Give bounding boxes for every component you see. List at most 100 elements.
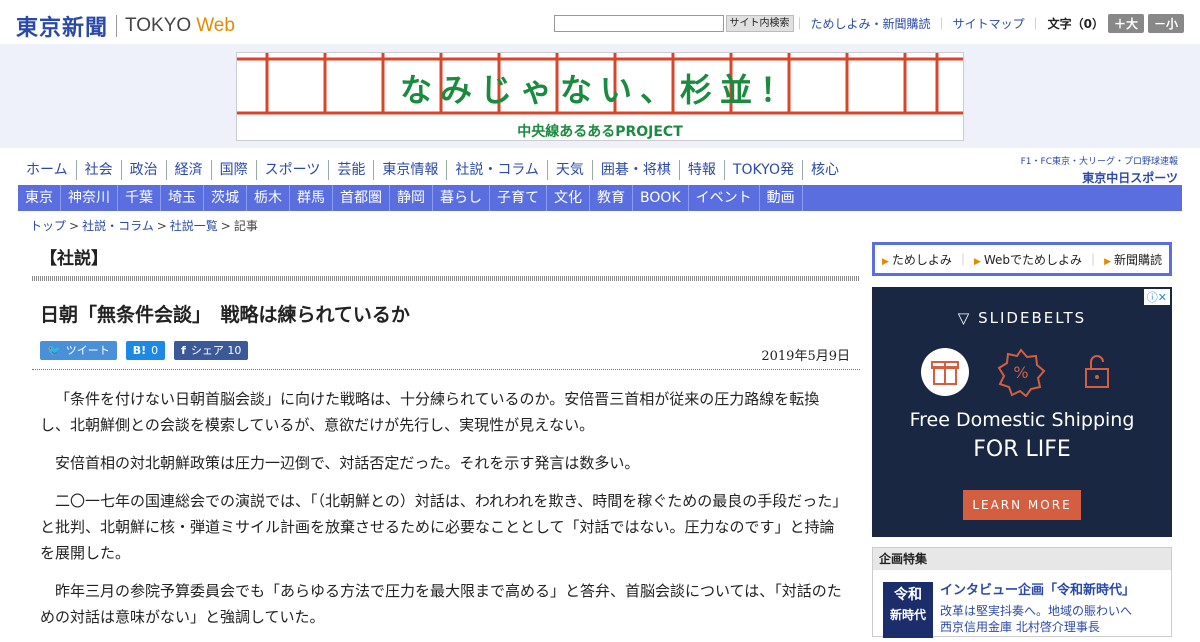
- ad-subheadline: FOR LIFE: [973, 437, 1071, 462]
- subnav-video[interactable]: 動画: [760, 185, 803, 211]
- feature-box: 企画特集 令和 新時代 インタビュー企画「令和新時代」 改革は堅実抖奏へ。地域の…: [872, 547, 1172, 638]
- subscribe-link[interactable]: ▶ 新聞購読: [1099, 251, 1167, 268]
- unlock-icon: [1085, 355, 1109, 388]
- sidebar-advertisement[interactable]: ⓘ✕ ▽ SLIDEBELTS % Free Domestic Shipping…: [872, 287, 1172, 537]
- arrow-right-icon: ▶: [973, 256, 981, 267]
- facebook-share-count: 10: [227, 344, 242, 357]
- breadcrumb: トップ > 社説・コラム > 社説一覧 > 記事: [30, 219, 258, 233]
- arrow-right-icon: ▶: [1104, 256, 1111, 267]
- subnav-events[interactable]: イベント: [689, 185, 760, 211]
- nav-kakushin[interactable]: 核心: [803, 160, 847, 180]
- svg-text:%: %: [1013, 363, 1028, 382]
- promo-banner[interactable]: なみじゃない、杉並！ 中央線あるあるPROJECT: [236, 52, 964, 141]
- subnav-saitama[interactable]: 埼玉: [161, 185, 204, 211]
- subnav-ibaraki[interactable]: 茨城: [204, 185, 247, 211]
- subnav-parenting[interactable]: 子育て: [490, 185, 547, 211]
- web-trial-read-link[interactable]: ▶ Webでためしよみ: [969, 251, 1087, 268]
- article-paragraph: 安倍首相の対北朝鮮政策は圧力一辺倒で、対話否定だった。それを示す発言は数多い。: [55, 454, 640, 472]
- regional-nav: 東京 神奈川 千葉 埼玉 茨城 栃木 群馬 首都圏 静岡 暮らし 子育て 文化 …: [18, 185, 1182, 211]
- breadcrumb-editorial-list[interactable]: 社説一覧: [170, 219, 218, 233]
- site-search-input[interactable]: [553, 15, 724, 32]
- nav-international[interactable]: 国際: [212, 160, 257, 180]
- subscription-nav: ▶ ためしよみ ｜ ▶ Webでためしよみ ｜ ▶ 新聞購読: [872, 242, 1172, 276]
- ad-brand: ▽ SLIDEBELTS: [957, 309, 1087, 327]
- nav-go-shogi[interactable]: 囲碁・将棋: [593, 160, 680, 180]
- ad-headline: Free Domestic Shipping: [909, 409, 1135, 431]
- trial-read-link[interactable]: ▶ ためしよみ: [877, 251, 957, 268]
- article-paragraph: 二〇一七年の国連総会での演説では、「（北朝鮮との）対話は、われわれを欺き、時間を…: [40, 492, 840, 562]
- subnav-tochigi[interactable]: 栃木: [247, 185, 290, 211]
- facebook-share-label: シェア: [190, 344, 224, 357]
- feature-description[interactable]: 改革は堅実抖奏へ。地域の賑わいへ 西京信用金庫 北村啓介理事長: [940, 603, 1132, 635]
- site-logo[interactable]: 東京新聞 TOKYO Web: [16, 10, 235, 42]
- feature-title-link[interactable]: インタビュー企画「令和新時代」: [940, 579, 1135, 598]
- arrow-right-icon: ▶: [882, 256, 889, 267]
- share-buttons: 🐦 ツイート B! 0 f シェア 10: [40, 341, 257, 360]
- subnav-gunma[interactable]: 群馬: [290, 185, 333, 211]
- logo-web: Web: [196, 15, 235, 36]
- sitemap-link[interactable]: サイトマップ: [953, 15, 1025, 32]
- site-search-button[interactable]: サイト内検索: [725, 15, 794, 32]
- subnav-kanagawa[interactable]: 神奈川: [61, 185, 118, 211]
- subnav-education[interactable]: 教育: [590, 185, 633, 211]
- subnav-shizuoka[interactable]: 静岡: [390, 185, 433, 211]
- nav-home[interactable]: ホーム: [18, 160, 77, 180]
- nav-special-report[interactable]: 特報: [680, 160, 725, 180]
- breadcrumb-editorial-column[interactable]: 社説・コラム: [82, 219, 154, 233]
- nav-society[interactable]: 社会: [77, 160, 122, 180]
- font-smaller-button[interactable]: －小: [1147, 14, 1184, 33]
- article-paragraph: 「条件を付けない日朝首脳会談」に向けた戦略は、十分練られているのか。安倍晋三首相…: [40, 390, 820, 434]
- breadcrumb-current: 記事: [233, 219, 258, 233]
- chunichi-sports-link[interactable]: F1・FC東京・大リーグ・プロ野球速報 東京中日スポーツ: [1021, 154, 1178, 186]
- hatena-b-icon: B!: [132, 344, 147, 357]
- chunichi-tagline: F1・FC東京・大リーグ・プロ野球速報: [1020, 157, 1178, 167]
- ad-choices-icon[interactable]: ⓘ✕: [1143, 289, 1170, 305]
- feature-header: 企画特集: [873, 548, 1171, 570]
- facebook-f-icon: f: [181, 344, 186, 357]
- subnav-tokyo[interactable]: 東京: [18, 185, 61, 211]
- article-body: 「条件を付けない日朝首脳会談」に向けた戦略は、十分練られているのか。安倍晋三首相…: [40, 386, 845, 642]
- chunichi-logo: 東京中日スポーツ: [1082, 171, 1178, 185]
- breadcrumb-top[interactable]: トップ: [30, 219, 66, 233]
- subnav-culture[interactable]: 文化: [547, 185, 590, 211]
- gift-box-icon: [921, 348, 969, 396]
- subnav-shutoken[interactable]: 首都圏: [333, 185, 390, 211]
- section-heading: 【社説】: [40, 249, 108, 269]
- article-title: 日朝「無条件会談」 戦略は練られているか: [40, 304, 410, 326]
- site-header: 東京新聞 TOKYO Web サイト内検索 ｜ ためしよみ・新聞購読 ｜ サイト…: [0, 0, 1200, 44]
- article-date: 2019年5月9日: [761, 349, 850, 364]
- hatena-bookmark-button[interactable]: B! 0: [125, 341, 166, 360]
- slidebelts-logo-icon: ▽: [957, 309, 979, 327]
- hatena-count: 0: [151, 344, 159, 357]
- header-tools: サイト内検索 ｜ ためしよみ・新聞購読 ｜ サイトマップ ｜ 文字（0） ＋大 …: [553, 14, 1184, 33]
- banner-subtitle: 中央線あるあるPROJECT: [517, 124, 683, 140]
- logo-japanese: 東京新聞: [16, 15, 109, 41]
- tweet-label: ツイート: [65, 344, 110, 357]
- banner-title: なみじゃない、杉並！: [399, 71, 800, 109]
- nav-sports[interactable]: スポーツ: [257, 160, 330, 180]
- ad-icons: %: [920, 347, 1148, 397]
- discount-badge-icon: %: [997, 348, 1046, 397]
- section-divider: [32, 276, 860, 281]
- trial-subscribe-link[interactable]: ためしよみ・新聞購読: [811, 15, 931, 32]
- nav-economy[interactable]: 経済: [167, 160, 212, 180]
- main-nav: ホーム 社会 政治 経済 国際 スポーツ 芸能 東京情報 社説・コラム 天気 囲…: [18, 160, 847, 180]
- twitter-bird-icon: 🐦: [47, 344, 61, 357]
- nav-tokyo-info[interactable]: 東京情報: [374, 160, 448, 180]
- subnav-living[interactable]: 暮らし: [433, 185, 490, 211]
- font-larger-button[interactable]: ＋大: [1107, 14, 1144, 33]
- nav-tokyo-hatsu[interactable]: TOKYO発: [725, 160, 803, 180]
- ad-learn-more-button[interactable]: LEARN MORE: [963, 490, 1081, 520]
- logo-divider: [116, 15, 118, 37]
- nav-entertainment[interactable]: 芸能: [329, 160, 375, 180]
- article-divider: [32, 369, 860, 370]
- subnav-chiba[interactable]: 千葉: [118, 185, 161, 211]
- subnav-book[interactable]: BOOK: [633, 185, 689, 211]
- nav-politics[interactable]: 政治: [122, 160, 167, 180]
- nav-editorial-column[interactable]: 社説・コラム: [447, 160, 548, 180]
- logo-tokyo: TOKYO: [125, 15, 192, 36]
- nav-weather[interactable]: 天気: [548, 160, 593, 180]
- facebook-share-button[interactable]: f シェア 10: [174, 341, 249, 360]
- font-size-label: 文字（0）: [1047, 17, 1104, 31]
- tweet-button[interactable]: 🐦 ツイート: [40, 341, 117, 360]
